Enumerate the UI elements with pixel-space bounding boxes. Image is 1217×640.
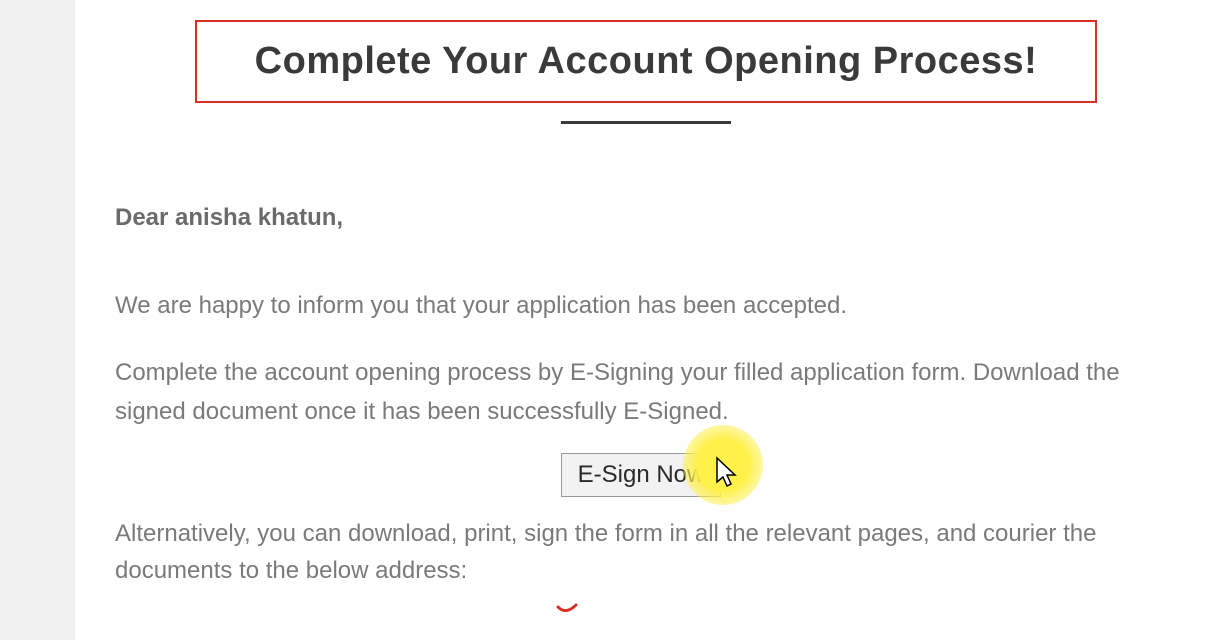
email-body: Dear anisha khatun, We are happy to info… bbox=[75, 124, 1217, 589]
red-mark-icon bbox=[556, 603, 578, 622]
button-row: E-Sign Now bbox=[115, 453, 1167, 497]
email-content: Complete Your Account Opening Process! D… bbox=[75, 0, 1217, 589]
title-highlight-box: Complete Your Account Opening Process! bbox=[195, 20, 1097, 103]
left-sidebar bbox=[0, 0, 75, 640]
instructions-paragraph: Complete the account opening process by … bbox=[115, 354, 1167, 431]
intro-paragraph: We are happy to inform you that your app… bbox=[115, 287, 1167, 324]
page-title: Complete Your Account Opening Process! bbox=[227, 40, 1065, 83]
alternative-paragraph: Alternatively, you can download, print, … bbox=[115, 515, 1167, 589]
esign-now-button[interactable]: E-Sign Now bbox=[561, 453, 722, 497]
greeting-text: Dear anisha khatun, bbox=[115, 204, 1167, 232]
